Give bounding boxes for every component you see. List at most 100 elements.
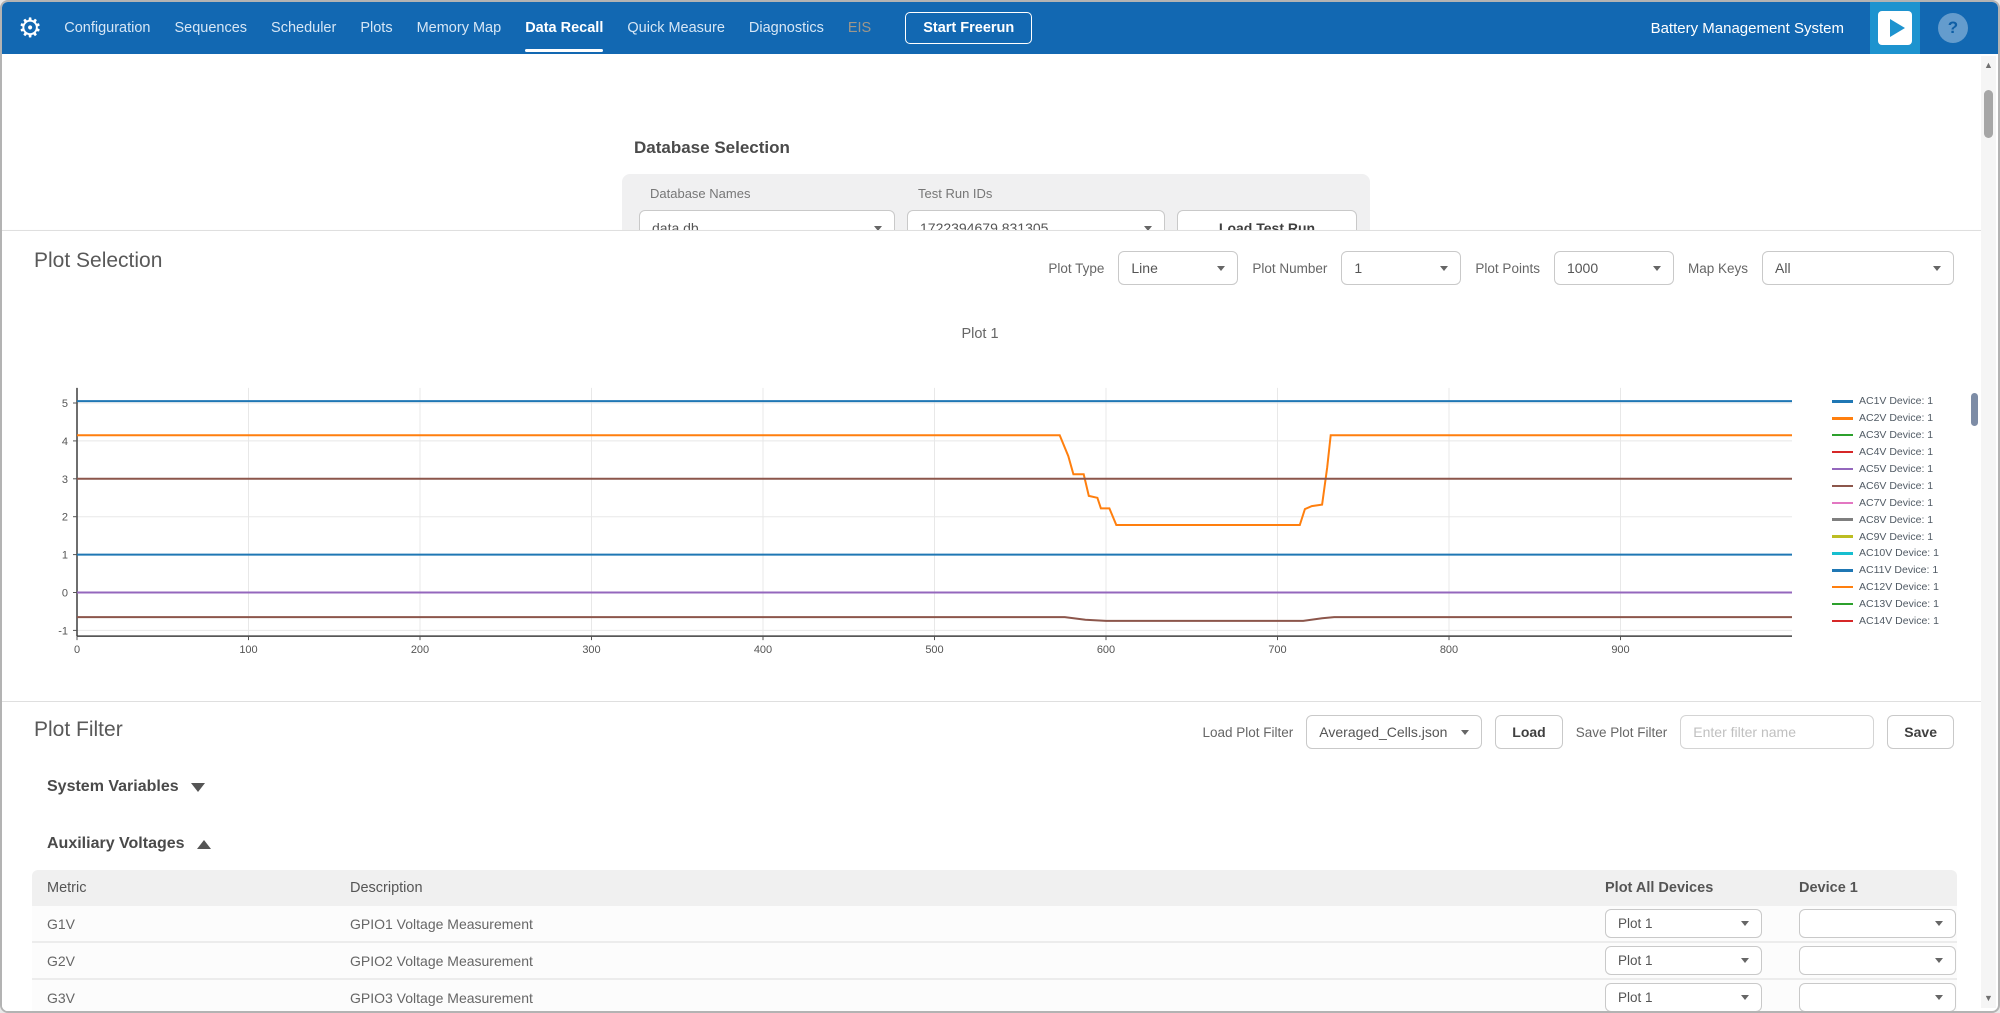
run-button[interactable] <box>1870 2 1920 54</box>
legend-item: AC10V Device: 1 <box>1832 545 1939 562</box>
description-cell: GPIO2 Voltage Measurement <box>335 953 1590 969</box>
auxiliary-voltages-toggle[interactable]: Auxiliary Voltages <box>47 835 211 853</box>
plot-number-label: Plot Number <box>1252 261 1327 276</box>
table-row: G1V GPIO1 Voltage Measurement Plot 1 <box>32 906 1957 943</box>
load-button[interactable]: Load <box>1495 715 1562 749</box>
plot-selection-section: Plot Selection Plot Type Line Plot Numbe… <box>2 230 1982 702</box>
plot-scrollbar-thumb[interactable] <box>1971 393 1978 426</box>
plot-all-devices-dropdown[interactable]: Plot 1 <box>1605 983 1762 1012</box>
app-title: Battery Management System <box>1651 20 1844 37</box>
load-plot-filter-value: Averaged_Cells.json <box>1319 724 1447 740</box>
plot-number-dropdown[interactable]: 1 <box>1341 251 1461 285</box>
plot-selection-title: Plot Selection <box>34 249 162 273</box>
svg-text:500: 500 <box>925 644 943 656</box>
legend-item: AC2V Device: 1 <box>1832 410 1939 427</box>
table-row: G2V GPIO2 Voltage Measurement Plot 1 <box>32 943 1957 980</box>
svg-text:-1: -1 <box>58 625 68 637</box>
legend-label: AC1V Device: 1 <box>1859 395 1933 407</box>
plot-filter-controls: Load Plot Filter Averaged_Cells.json Loa… <box>1203 715 1955 749</box>
legend-swatch <box>1832 400 1853 403</box>
legend-item: AC8V Device: 1 <box>1832 511 1939 528</box>
nav-item-plots[interactable]: Plots <box>360 2 392 54</box>
legend-label: AC5V Device: 1 <box>1859 463 1933 475</box>
legend-swatch <box>1832 603 1853 606</box>
svg-text:300: 300 <box>582 644 600 656</box>
load-plot-filter-dropdown[interactable]: Averaged_Cells.json <box>1306 715 1482 749</box>
legend-swatch <box>1832 434 1853 437</box>
description-cell: GPIO3 Voltage Measurement <box>335 990 1590 1006</box>
legend-item: AC7V Device: 1 <box>1832 494 1939 511</box>
svg-text:2: 2 <box>62 512 68 524</box>
svg-text:1: 1 <box>62 550 68 562</box>
legend-swatch <box>1832 620 1853 623</box>
nav-item-memory-map[interactable]: Memory Map <box>417 2 502 54</box>
svg-text:0: 0 <box>74 644 80 656</box>
plot-all-devices-column-header: Plot All Devices <box>1590 880 1784 896</box>
svg-text:200: 200 <box>411 644 429 656</box>
plot-points-value: 1000 <box>1567 260 1598 276</box>
chart-area: Plot 1 0100200300400500600700800900-1012… <box>2 298 1986 698</box>
plot-all-devices-value: Plot 1 <box>1618 916 1653 931</box>
plot-points-dropdown[interactable]: 1000 <box>1554 251 1674 285</box>
chevron-down-icon <box>1461 730 1469 735</box>
legend-label: AC8V Device: 1 <box>1859 514 1933 526</box>
table-row: G3V GPIO3 Voltage Measurement Plot 1 <box>32 980 1957 1013</box>
chevron-down-icon <box>1741 921 1749 926</box>
start-freerun-button[interactable]: Start Freerun <box>905 12 1032 44</box>
map-keys-dropdown[interactable]: All <box>1762 251 1954 285</box>
plot-all-devices-dropdown[interactable]: Plot 1 <box>1605 946 1762 975</box>
database-selection-section: Database Selection Database Names Test R… <box>2 54 1982 230</box>
page-scrollbar-thumb[interactable] <box>1984 90 1993 138</box>
nav-item-eis: EIS <box>848 2 871 54</box>
chevron-down-icon <box>1935 921 1943 926</box>
legend-item: AC1V Device: 1 <box>1832 393 1939 410</box>
plot-type-value: Line <box>1131 260 1157 276</box>
plot-number-value: 1 <box>1354 260 1362 276</box>
map-keys-value: All <box>1775 260 1791 276</box>
nav-item-diagnostics[interactable]: Diagnostics <box>749 2 824 54</box>
help-icon[interactable]: ? <box>1938 13 1968 43</box>
svg-text:600: 600 <box>1097 644 1115 656</box>
legend-label: AC11V Device: 1 <box>1859 564 1938 576</box>
load-plot-filter-label: Load Plot Filter <box>1203 725 1294 740</box>
system-variables-toggle[interactable]: System Variables <box>47 778 205 796</box>
nav-item-data-recall[interactable]: Data Recall <box>525 2 603 54</box>
plot-type-dropdown[interactable]: Line <box>1118 251 1238 285</box>
device-1-dropdown[interactable] <box>1799 983 1956 1012</box>
filter-name-input[interactable] <box>1680 715 1874 749</box>
save-button[interactable]: Save <box>1887 715 1954 749</box>
nav-item-sequences[interactable]: Sequences <box>174 2 247 54</box>
legend-label: AC7V Device: 1 <box>1859 497 1933 509</box>
legend-swatch <box>1832 451 1853 454</box>
settings-gear-icon[interactable]: ⚙ <box>18 15 42 42</box>
legend-item: AC12V Device: 1 <box>1832 579 1939 596</box>
metric-cell: G1V <box>32 916 335 932</box>
chevron-up-icon <box>197 840 211 849</box>
legend-swatch <box>1832 417 1853 420</box>
plot-type-label: Plot Type <box>1048 261 1104 276</box>
svg-text:800: 800 <box>1440 644 1458 656</box>
page-scrollbar[interactable]: ▲ ▼ <box>1981 56 1996 1008</box>
nav-item-scheduler[interactable]: Scheduler <box>271 2 336 54</box>
nav-item-quick-measure[interactable]: Quick Measure <box>627 2 725 54</box>
svg-text:0: 0 <box>62 588 68 600</box>
svg-text:700: 700 <box>1268 644 1286 656</box>
chevron-down-icon <box>1935 995 1943 1000</box>
navbar: ⚙ Configuration Sequences Scheduler Plot… <box>2 2 1998 54</box>
chevron-down-icon <box>1933 266 1941 271</box>
plot-canvas: 0100200300400500600700800900-1012345 <box>2 298 1986 698</box>
plot-controls: Plot Type Line Plot Number 1 Plot Points… <box>1048 251 1954 285</box>
plot-all-devices-dropdown[interactable]: Plot 1 <box>1605 909 1762 938</box>
scroll-up-icon[interactable]: ▲ <box>1984 56 1993 75</box>
system-variables-label: System Variables <box>47 778 179 796</box>
device-1-dropdown[interactable] <box>1799 946 1956 975</box>
device-1-column-header: Device 1 <box>1784 880 1957 896</box>
scroll-down-icon[interactable]: ▼ <box>1984 989 1993 1008</box>
device-1-dropdown[interactable] <box>1799 909 1956 938</box>
chevron-down-icon <box>1217 266 1225 271</box>
legend-label: AC6V Device: 1 <box>1859 480 1933 492</box>
legend-swatch <box>1832 552 1853 555</box>
nav-item-configuration[interactable]: Configuration <box>64 2 150 54</box>
chevron-down-icon <box>191 783 205 792</box>
table-header-row: Metric Description Plot All Devices Devi… <box>32 870 1957 906</box>
